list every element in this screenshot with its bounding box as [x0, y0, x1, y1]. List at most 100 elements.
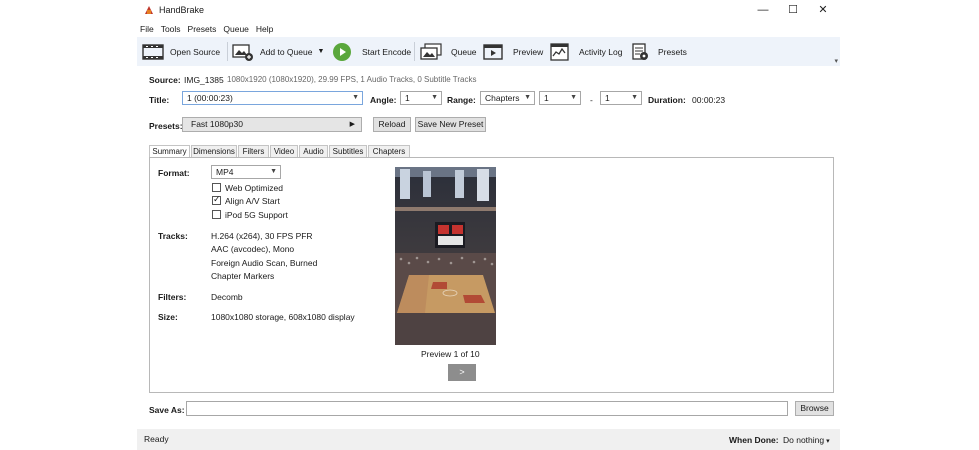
- preview-label: Preview: [513, 46, 544, 57]
- activity-log-button[interactable]: Activity Log: [550, 37, 622, 66]
- preset-selector[interactable]: Fast 1080p30 ▶: [182, 117, 362, 132]
- menu-help[interactable]: Help: [253, 22, 277, 36]
- queue-icon: [420, 42, 442, 60]
- source-info: 1080x1920 (1080x1920), 29.99 FPS, 1 Audi…: [227, 75, 477, 84]
- toolbar: Open Source Add to Queue ▼ Start Encode: [137, 37, 840, 66]
- preview-icon: [483, 43, 503, 60]
- preview-image: [395, 167, 496, 345]
- range-type-value: Chapters: [485, 93, 520, 103]
- queue-label: Queue: [451, 46, 477, 57]
- chevron-down-icon: ▼: [524, 94, 531, 101]
- angle-label: Angle:: [370, 95, 397, 105]
- minimize-button[interactable]: —: [749, 2, 777, 18]
- activity-log-icon: [550, 42, 569, 61]
- queue-button[interactable]: Queue: [419, 37, 477, 66]
- toolbar-divider: [227, 42, 228, 61]
- next-preview-button[interactable]: >: [448, 364, 476, 381]
- chevron-down-icon: ▼: [270, 168, 277, 175]
- add-to-queue-label: Add to Queue: [260, 46, 313, 57]
- handbrake-window: HandBrake — ☐ ✕ File Tools Presets Queue Hel…: [137, 0, 840, 450]
- activity-log-label: Activity Log: [579, 46, 623, 57]
- range-label: Range:: [447, 95, 476, 105]
- size-value: 1080x1080 storage, 608x1080 display: [211, 312, 355, 322]
- menu-queue[interactable]: Queue: [220, 22, 253, 36]
- window-title: HandBrake: [159, 5, 205, 15]
- menu-file[interactable]: File: [137, 22, 158, 36]
- title-value: 1 (00:00:23): [187, 93, 233, 103]
- range-start-value: 1: [544, 93, 549, 103]
- checkmark-icon: ✓: [213, 194, 221, 204]
- status-text: Ready: [144, 434, 169, 444]
- source-label: Source:: [149, 75, 181, 85]
- source-name: IMG_1385: [184, 75, 224, 85]
- chevron-down-icon: ▼: [317, 48, 325, 55]
- chevron-down-icon: ▼: [352, 94, 359, 101]
- range-type-dropdown[interactable]: Chapters ▼: [480, 91, 535, 105]
- range-separator: -: [590, 95, 593, 105]
- chevron-down-icon: ▼: [570, 94, 577, 101]
- add-to-queue-button[interactable]: Add to Queue ▼: [232, 37, 324, 66]
- handbrake-app-icon: [145, 6, 153, 14]
- web-optimized-label: Web Optimized: [225, 183, 283, 193]
- track-chapters: Chapter Markers: [211, 271, 275, 281]
- summary-panel: Format: MP4 ▼ Web Optimized ✓ Align A/V …: [149, 157, 834, 393]
- size-label: Size:: [158, 312, 178, 322]
- presets-label: Presets: [658, 46, 687, 57]
- toolbar-overflow-icon[interactable]: ▾: [834, 57, 838, 65]
- title-bar: HandBrake — ☐ ✕: [137, 0, 840, 20]
- toolbar-divider: [414, 42, 415, 61]
- maximize-button[interactable]: ☐: [779, 2, 807, 18]
- range-end-value: 1: [605, 93, 610, 103]
- range-start-dropdown[interactable]: 1 ▼: [539, 91, 581, 105]
- when-done-label: When Done:: [729, 435, 779, 445]
- duration-value: 00:00:23: [692, 95, 726, 105]
- when-done-dropdown[interactable]: Do nothing ▾: [783, 435, 830, 445]
- menu-bar: File Tools Presets Queue Help: [137, 22, 277, 36]
- title-dropdown[interactable]: 1 (00:00:23) ▼: [182, 91, 363, 105]
- chevron-down-icon: ▼: [631, 94, 638, 101]
- track-video: H.264 (x264), 30 FPS PFR: [211, 231, 313, 241]
- film-icon: [142, 43, 164, 60]
- range-end-dropdown[interactable]: 1 ▼: [600, 91, 642, 105]
- angle-value: 1: [405, 93, 410, 103]
- close-button[interactable]: ✕: [809, 2, 837, 18]
- status-bar: Ready When Done: Do nothing ▾: [137, 429, 840, 450]
- play-icon: [333, 42, 351, 61]
- web-optimized-checkbox[interactable]: [212, 183, 221, 192]
- presets-icon: [632, 42, 648, 60]
- ipod-5g-support-checkbox[interactable]: [212, 210, 221, 219]
- angle-dropdown[interactable]: 1 ▼: [400, 91, 442, 105]
- preset-value: Fast 1080p30: [191, 119, 243, 129]
- track-audio: AAC (avcodec), Mono: [211, 244, 295, 254]
- filters-label: Filters:: [158, 292, 187, 302]
- presets-button[interactable]: Presets: [631, 37, 687, 66]
- align-av-start-label: Align A/V Start: [225, 196, 280, 206]
- align-av-start-checkbox[interactable]: ✓: [212, 194, 221, 205]
- format-dropdown[interactable]: MP4 ▼: [211, 165, 281, 179]
- chevron-down-icon: ▼: [431, 94, 438, 101]
- save-as-input[interactable]: [186, 401, 788, 416]
- start-encode-button[interactable]: Start Encode: [332, 37, 411, 66]
- ipod-5g-support-label: iPod 5G Support: [225, 210, 288, 220]
- tracks-label: Tracks:: [158, 231, 188, 241]
- format-label: Format:: [158, 168, 190, 178]
- open-source-label: Open Source: [170, 46, 221, 57]
- save-new-preset-button[interactable]: Save New Preset: [415, 117, 486, 132]
- menu-tools[interactable]: Tools: [158, 22, 185, 36]
- chevron-down-icon: ▾: [824, 438, 830, 445]
- add-image-icon: [232, 43, 253, 61]
- title-label: Title:: [149, 95, 170, 105]
- browse-button[interactable]: Browse: [795, 401, 834, 416]
- when-done-value: Do nothing: [783, 435, 825, 445]
- filters-value: Decomb: [211, 292, 243, 302]
- save-as-label: Save As:: [149, 405, 185, 415]
- duration-label: Duration:: [648, 95, 686, 105]
- menu-presets[interactable]: Presets: [185, 22, 221, 36]
- preview-button[interactable]: Preview: [483, 37, 543, 66]
- start-encode-label: Start Encode: [362, 46, 412, 57]
- open-source-button[interactable]: Open Source: [142, 37, 220, 66]
- chevron-right-icon: ▶: [349, 121, 355, 128]
- presets-row-label: Presets:: [149, 121, 183, 131]
- preview-caption: Preview 1 of 10: [421, 349, 480, 359]
- reload-button[interactable]: Reload: [373, 117, 411, 132]
